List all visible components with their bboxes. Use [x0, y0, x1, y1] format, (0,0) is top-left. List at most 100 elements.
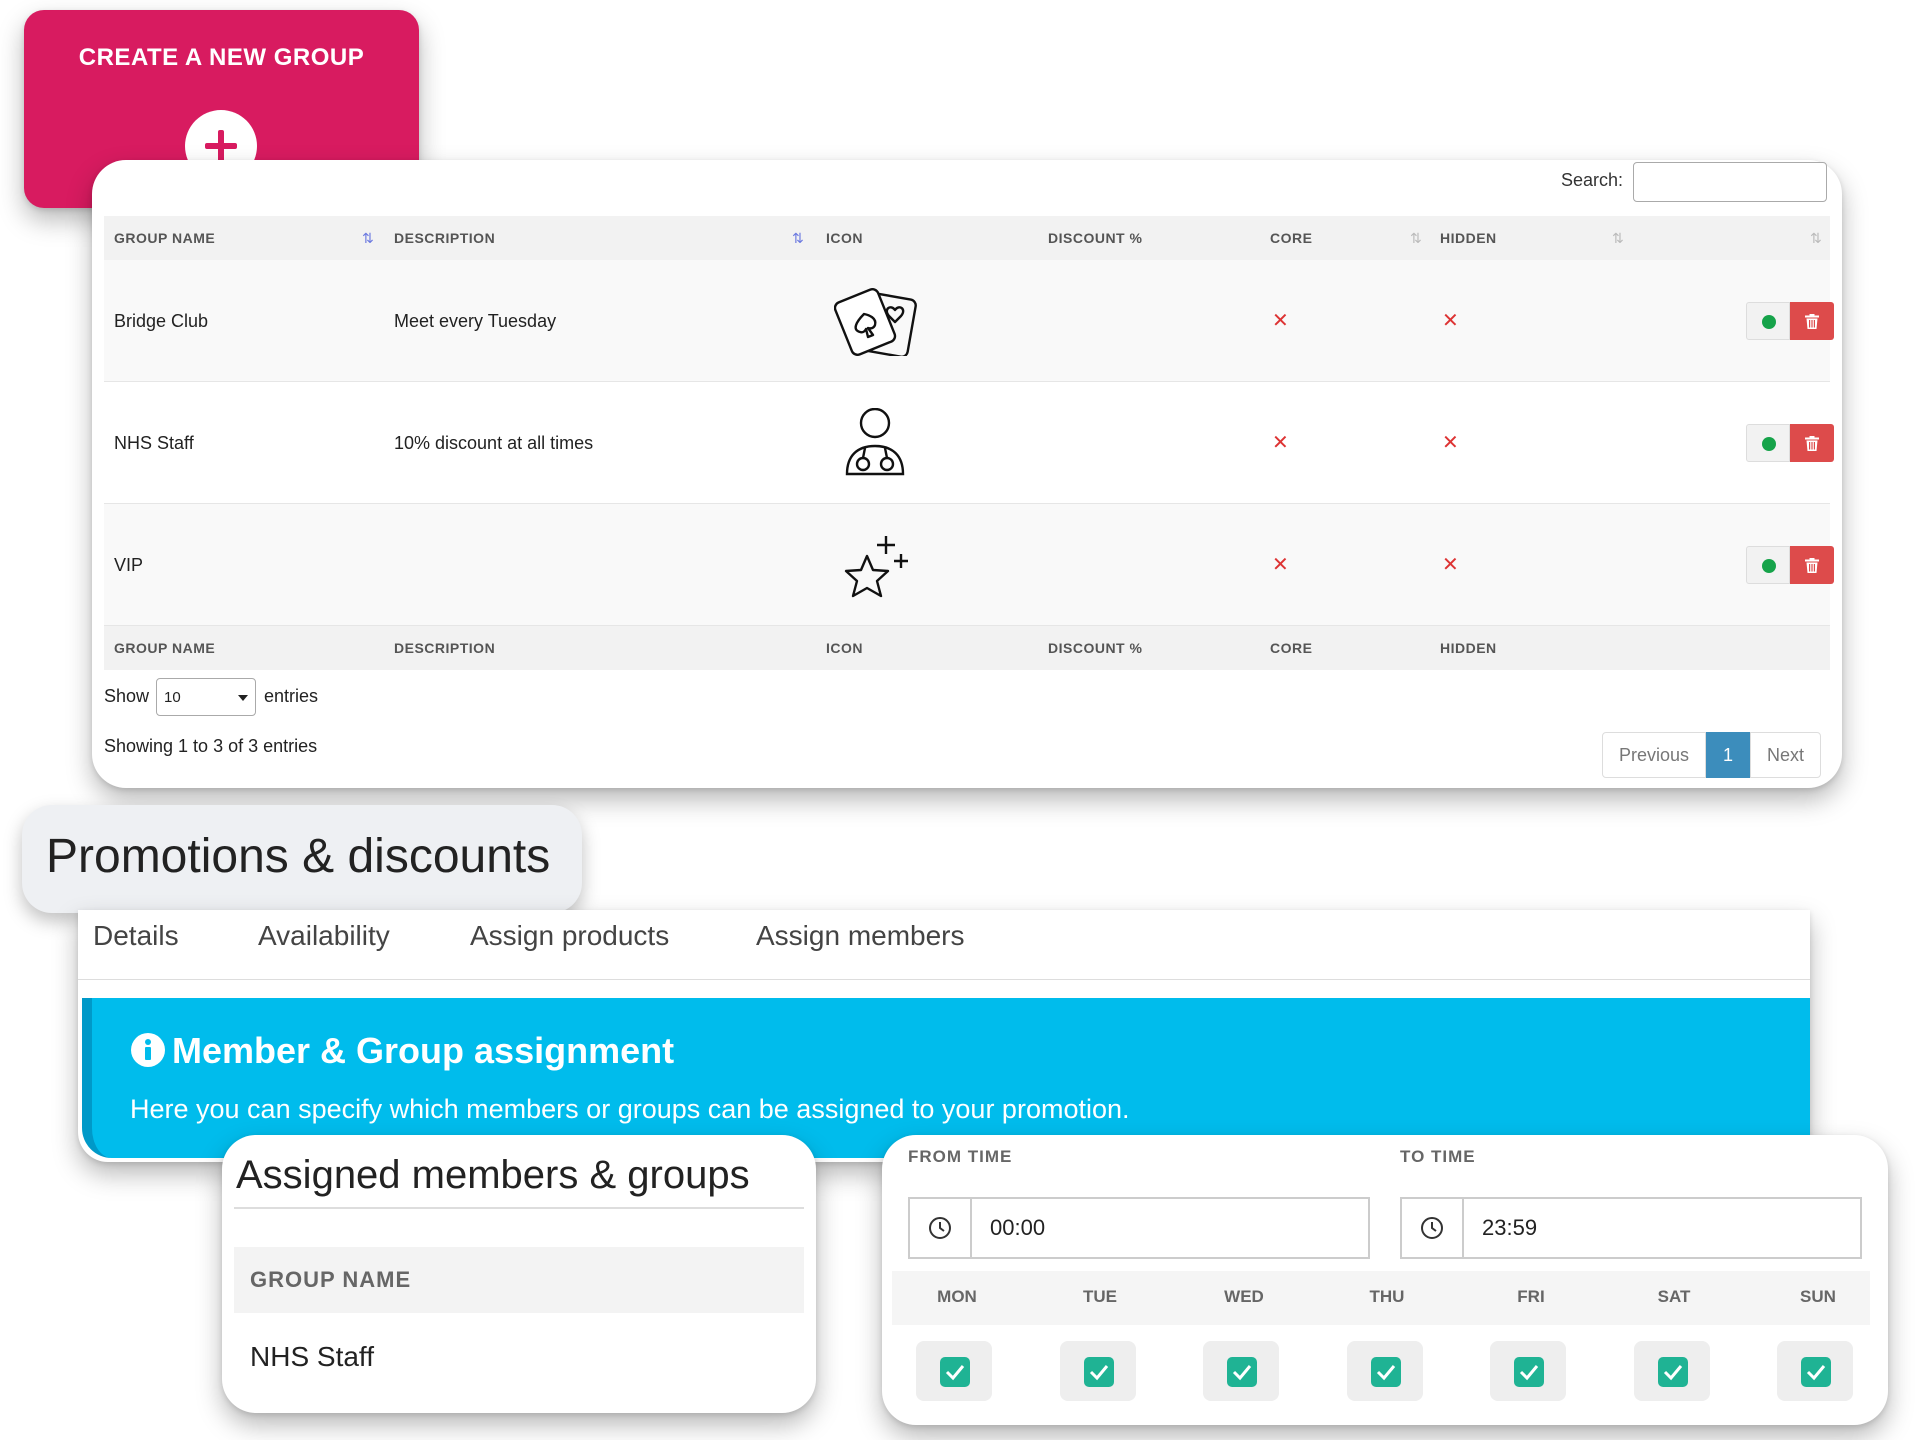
row-actions: [1746, 424, 1834, 462]
caret-down-icon: [238, 695, 248, 701]
groups-table-card: Search: GROUP NAME ⇅ DESCRIPTION ⇅ ICON …: [92, 160, 1842, 788]
checkbox-tue[interactable]: [1060, 1341, 1136, 1401]
trash-icon: [1805, 558, 1819, 573]
core-no-icon: ✕: [1272, 310, 1289, 332]
checkbox-checked-icon: [1801, 1357, 1831, 1387]
to-time-input[interactable]: 23:59: [1400, 1197, 1862, 1259]
checkbox-fri[interactable]: [1490, 1341, 1566, 1401]
checkbox-checked-icon: [1658, 1357, 1688, 1387]
toggle-status-button[interactable]: [1746, 424, 1790, 462]
checkbox-sun[interactable]: [1777, 1341, 1853, 1401]
delete-button[interactable]: [1790, 424, 1834, 462]
availability-time-card: FROM TIME TO TIME 00:00 23:59 MON TUE WE…: [882, 1135, 1888, 1425]
hidden-no-icon: ✕: [1442, 310, 1459, 332]
group-name-cell: VIP: [114, 555, 144, 575]
to-time-label: TO TIME: [1400, 1147, 1476, 1166]
tab-availability[interactable]: Availability: [258, 920, 390, 952]
checkbox-checked-icon: [1371, 1357, 1401, 1387]
day-label-sun: SUN: [1800, 1287, 1836, 1306]
next-page-button[interactable]: Next: [1750, 732, 1822, 778]
day-label-sat: SAT: [1657, 1287, 1691, 1306]
delete-button[interactable]: [1790, 546, 1834, 584]
day-label-mon: MON: [937, 1287, 977, 1306]
page-length-select[interactable]: 10: [156, 678, 256, 716]
hidden-no-icon: ✕: [1442, 554, 1459, 576]
footer-hidden: HIDDEN: [1440, 640, 1497, 656]
days-header: MON TUE WED THU FRI SAT SUN: [892, 1271, 1870, 1325]
description-cell: Meet every Tuesday: [394, 311, 557, 331]
search-input[interactable]: [1633, 162, 1827, 202]
sort-icon[interactable]: ⇅: [1410, 216, 1422, 260]
trash-icon: [1805, 314, 1819, 329]
row-actions: [1746, 302, 1834, 340]
assigned-members-card: Assigned members & groups GROUP NAME NHS…: [222, 1135, 816, 1413]
promotions-title-card: Promotions & discounts: [22, 805, 582, 913]
delete-button[interactable]: [1790, 302, 1834, 340]
table-row: NHS Staff 10% discount at all times ✕ ✕: [104, 382, 1834, 504]
hidden-no-icon: ✕: [1442, 432, 1459, 454]
checkbox-mon[interactable]: [916, 1341, 992, 1401]
page-length-value: 10: [164, 689, 181, 706]
table-row: VIP ✕ ✕: [104, 504, 1834, 626]
clock-icon: [910, 1199, 972, 1257]
checkbox-checked-icon: [1227, 1357, 1257, 1387]
table-footer: GROUP NAME DESCRIPTION ICON DISCOUNT % C…: [104, 626, 1830, 670]
from-time-input[interactable]: 00:00: [908, 1197, 1370, 1259]
footer-discount: DISCOUNT %: [1048, 640, 1143, 656]
group-name-cell: Bridge Club: [114, 311, 209, 331]
core-no-icon: ✕: [1272, 432, 1289, 454]
checkbox-checked-icon: [1084, 1357, 1114, 1387]
table-row: Bridge Club Meet every Tuesday ✕ ✕: [104, 260, 1834, 382]
status-dot-icon: [1762, 315, 1776, 329]
status-dot-icon: [1762, 437, 1776, 451]
trash-icon: [1805, 436, 1819, 451]
create-group-title: CREATE A NEW GROUP: [78, 44, 365, 71]
callout-title: Member & Group assignment: [172, 1030, 675, 1071]
sort-icon[interactable]: ⇅: [792, 216, 804, 260]
checkbox-sat[interactable]: [1634, 1341, 1710, 1401]
previous-page-button[interactable]: Previous: [1602, 732, 1707, 778]
tab-bar: Details Availability Assign products Ass…: [78, 910, 1810, 980]
doctor-icon: [844, 407, 906, 483]
page-button[interactable]: 1: [1706, 732, 1751, 778]
search-label: Search:: [1561, 170, 1624, 190]
sort-icon[interactable]: ⇅: [362, 216, 374, 260]
core-no-icon: ✕: [1272, 554, 1289, 576]
sort-icon[interactable]: ⇅: [1612, 216, 1624, 260]
info-callout: Member & Group assignment Here you can s…: [82, 998, 1810, 1158]
tab-assign-products[interactable]: Assign products: [470, 920, 669, 952]
divider: [234, 1207, 804, 1209]
column-header-core[interactable]: CORE: [1270, 216, 1312, 260]
entries-label: entries: [264, 686, 319, 706]
star-sparkle-icon: [840, 532, 916, 607]
table-header: GROUP NAME ⇅ DESCRIPTION ⇅ ICON DISCOUNT…: [104, 216, 1830, 260]
column-header-group-name[interactable]: GROUP NAME: [114, 216, 215, 260]
callout-text: Here you can specify which members or gr…: [130, 1094, 1130, 1124]
tab-details[interactable]: Details: [93, 920, 179, 952]
to-time-value: 23:59: [1482, 1215, 1538, 1240]
show-label: Show: [104, 686, 150, 706]
column-header-icon[interactable]: ICON: [826, 216, 863, 260]
day-label-fri: FRI: [1517, 1287, 1545, 1306]
checkbox-thu[interactable]: [1347, 1341, 1423, 1401]
from-time-label: FROM TIME: [908, 1147, 1013, 1166]
toggle-status-button[interactable]: [1746, 302, 1790, 340]
sort-icon[interactable]: ⇅: [1810, 216, 1822, 260]
day-label-tue: TUE: [1083, 1287, 1117, 1306]
footer-group-name: GROUP NAME: [114, 640, 216, 656]
column-header-description[interactable]: DESCRIPTION: [394, 216, 495, 260]
table-info: Showing 1 to 3 of 3 entries: [104, 736, 318, 756]
promotion-tabs-card: Details Availability Assign products Ass…: [78, 910, 1810, 1162]
checkbox-wed[interactable]: [1203, 1341, 1279, 1401]
column-header-discount[interactable]: DISCOUNT %: [1048, 216, 1142, 260]
tab-assign-members[interactable]: Assign members: [756, 920, 965, 952]
description-cell: 10% discount at all times: [394, 433, 594, 453]
day-label-thu: THU: [1369, 1287, 1405, 1306]
playing-cards-icon: [833, 286, 918, 361]
column-header-hidden[interactable]: HIDDEN: [1440, 216, 1497, 260]
toggle-status-button[interactable]: [1746, 546, 1790, 584]
row-actions: [1746, 546, 1834, 584]
status-dot-icon: [1762, 559, 1776, 573]
column-header-group-name: GROUP NAME: [250, 1267, 412, 1292]
footer-icon: ICON: [826, 640, 863, 656]
